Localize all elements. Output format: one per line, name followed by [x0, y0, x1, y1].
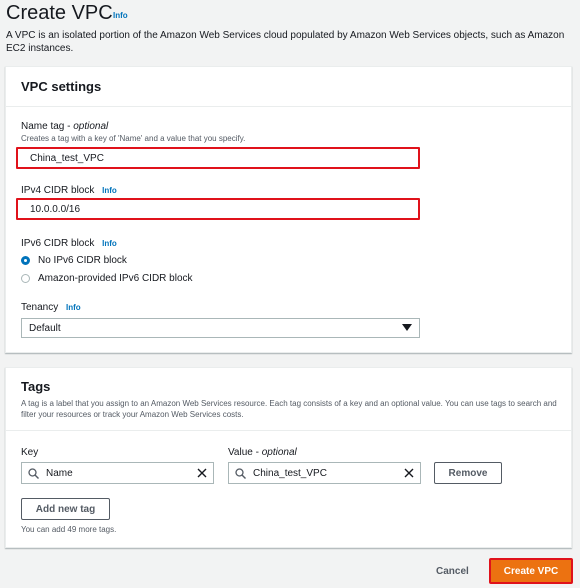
tags-description: A tag is a label that you assign to an A…	[21, 399, 557, 419]
ipv6-info-link[interactable]: Info	[102, 239, 117, 248]
create-vpc-button[interactable]: Create VPC	[489, 558, 573, 584]
tenancy-info-link[interactable]: Info	[66, 303, 81, 312]
tag-value-optional: optional	[261, 447, 297, 458]
tag-key-input[interactable]: Name	[21, 462, 214, 484]
name-tag-value: China_test_VPC	[30, 152, 104, 164]
cancel-button[interactable]: Cancel	[436, 566, 469, 577]
tags-limit-text: You can add 49 more tags.	[21, 525, 117, 534]
ipv6-option-amazon[interactable]: Amazon-provided IPv6 CIDR block	[21, 273, 193, 284]
tag-value-label-text: Value -	[228, 447, 259, 458]
clear-icon[interactable]	[404, 468, 414, 478]
caret-down-icon	[402, 324, 412, 332]
ipv6-label-text: IPv6 CIDR block	[21, 238, 95, 249]
tags-divider	[6, 430, 571, 431]
ipv4-cidr-value: 10.0.0.0/16	[30, 203, 81, 215]
tenancy-label-text: Tenancy	[21, 302, 59, 313]
tag-value-label: Value - optional	[228, 447, 297, 458]
title-info-link[interactable]: Info	[113, 11, 128, 20]
ipv6-option-none-label: No IPv6 CIDR block	[38, 255, 127, 266]
vpc-settings-heading: VPC settings	[21, 79, 102, 94]
ipv4-info-link[interactable]: Info	[102, 186, 117, 195]
ipv6-option-none[interactable]: No IPv6 CIDR block	[21, 255, 127, 266]
ipv4-cidr-input[interactable]: 10.0.0.0/16	[16, 198, 420, 220]
tags-heading: Tags	[21, 379, 51, 394]
ipv4-label-text: IPv4 CIDR block	[21, 185, 95, 196]
name-tag-label-text: Name tag -	[21, 121, 71, 132]
tag-value-value: China_test_VPC	[253, 467, 327, 479]
ipv6-label: IPv6 CIDR block Info	[21, 238, 117, 249]
clear-icon[interactable]	[197, 468, 207, 478]
name-tag-hint: Creates a tag with a key of 'Name' and a…	[21, 134, 246, 143]
tag-value-input[interactable]: China_test_VPC	[228, 462, 421, 484]
tenancy-value: Default	[29, 322, 61, 334]
tag-key-label: Key	[21, 447, 39, 458]
tags-panel: Tags A tag is a label that you assign to…	[5, 367, 572, 548]
radio-unchecked-icon[interactable]	[21, 274, 30, 283]
tenancy-label: Tenancy Info	[21, 302, 81, 313]
radio-checked-icon[interactable]	[21, 256, 30, 265]
add-new-tag-button[interactable]: Add new tag	[21, 498, 110, 520]
name-tag-input[interactable]: China_test_VPC	[16, 147, 420, 169]
ipv4-label: IPv4 CIDR block Info	[21, 185, 117, 196]
page-title: Create VPC	[6, 2, 113, 24]
search-icon	[28, 467, 39, 479]
ipv6-option-amazon-label: Amazon-provided IPv6 CIDR block	[38, 273, 193, 284]
name-tag-optional: optional	[73, 121, 109, 132]
page-description: A VPC is an isolated portion of the Amaz…	[6, 30, 565, 54]
name-tag-label: Name tag - optional	[21, 121, 108, 132]
remove-tag-button[interactable]: Remove	[434, 462, 502, 484]
search-icon	[235, 467, 246, 479]
vpc-settings-header: VPC settings	[6, 67, 571, 107]
tag-key-value: Name	[46, 467, 73, 479]
vpc-settings-panel: VPC settings Name tag - optional Creates…	[5, 66, 572, 353]
tenancy-select[interactable]: Default	[21, 318, 420, 338]
